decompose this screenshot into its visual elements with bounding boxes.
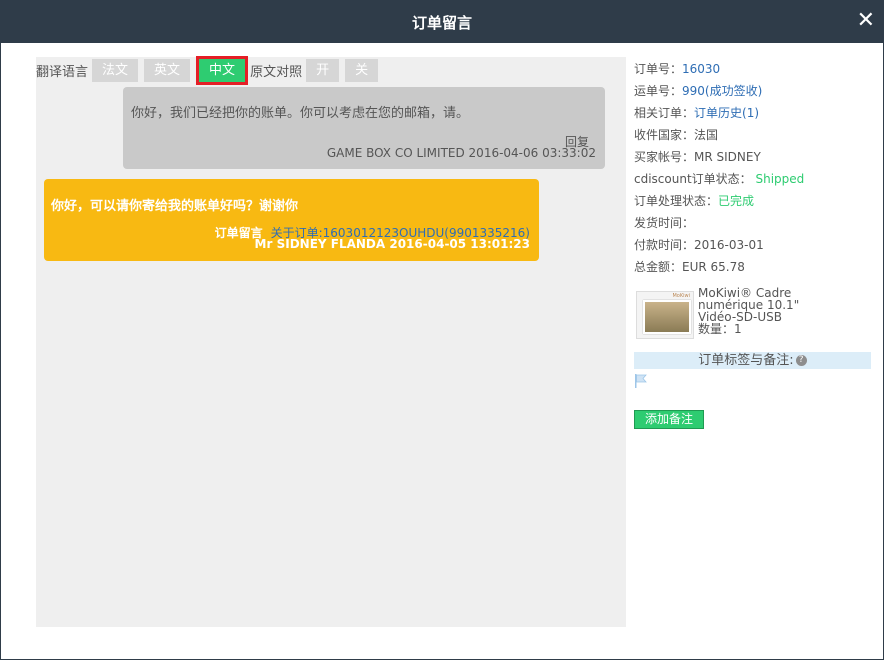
translation-language-label: 翻译语言 — [36, 64, 89, 80]
tracking-status: (成功签收) — [704, 84, 763, 98]
order-number-label: 订单号： — [634, 62, 683, 76]
platform-status-row: cdiscount订单状态： Shipped — [634, 170, 874, 192]
order-number-link[interactable]: 16030 — [682, 62, 720, 76]
original-off-button[interactable]: 关 — [345, 58, 379, 82]
message-meta: Mr SIDNEY FLANDA 2016-04-05 13:01:23 — [254, 237, 530, 251]
outgoing-message: 你好，我们已经把你的账单。你可以考虑在您的邮箱，请。 回复 GAME BOX C… — [123, 87, 605, 169]
product-item: MoKiwi MoKiwi® Cadre numérique 10.1" Vid… — [636, 287, 876, 347]
pay-time-label: 付款时间： — [634, 238, 695, 252]
buyer-value: MR SIDNEY — [694, 150, 761, 164]
ship-time-row: 发货时间： — [634, 214, 874, 236]
original-on-button[interactable]: 开 — [306, 58, 340, 82]
platform-status-label: cdiscount订单状态： — [634, 172, 752, 186]
add-note-button[interactable]: 添加备注 — [634, 410, 704, 429]
process-status-value: 已完成 — [718, 194, 755, 208]
active-language-highlight: 中文 — [196, 55, 249, 85]
tracking-label: 运单号： — [634, 84, 683, 98]
tracking-number-link[interactable]: 990 — [682, 84, 705, 98]
message-panel: 翻译语言 法文 英文 中文 原文对照 开 关 你好，我们已经把你的账单。你可以考… — [36, 55, 626, 627]
product-thumbnail[interactable]: MoKiwi — [636, 291, 694, 339]
platform-status-value: Shipped — [755, 172, 805, 186]
buyer-row: 买家帐号：MR SIDNEY — [634, 148, 874, 170]
original-compare-label: 原文对照 — [250, 64, 303, 80]
lang-english-button[interactable]: 英文 — [144, 58, 191, 82]
lang-french-button[interactable]: 法文 — [92, 58, 139, 82]
buyer-label: 买家帐号： — [634, 150, 695, 164]
close-icon[interactable]: ✕ — [857, 8, 875, 34]
pay-time-row: 付款时间：2016-03-01 — [634, 236, 874, 258]
total-value: EUR 65.78 — [682, 260, 745, 274]
message-text: 你好，我们已经把你的账单。你可以考虑在您的邮箱，请。 — [131, 106, 470, 121]
country-row: 收件国家：法国 — [634, 126, 874, 148]
total-row: 总金额：EUR 65.78 — [634, 258, 874, 280]
photo-frame-image — [643, 300, 691, 334]
message-meta: GAME BOX CO LIMITED 2016-04-06 03:33:02 — [326, 146, 596, 160]
translation-language-bar: 翻译语言 法文 英文 中文 原文对照 开 关 — [36, 55, 384, 85]
country-label: 收件国家： — [634, 128, 695, 142]
order-info-panel: 订单号：16030 运单号：990(成功签收) 相关订单：订单历史(1) 收件国… — [634, 60, 874, 280]
lang-chinese-button[interactable]: 中文 — [199, 58, 246, 82]
order-number-row: 订单号：16030 — [634, 60, 874, 82]
pay-time-value: 2016-03-01 — [694, 238, 764, 252]
help-icon[interactable]: ? — [795, 355, 807, 366]
process-status-row: 订单处理状态：已完成 — [634, 192, 874, 214]
product-brand-mark: MoKiwi — [672, 293, 690, 299]
order-tags-notes-header: 订单标签与备注:? — [634, 352, 871, 369]
related-orders-row: 相关订单：订单历史(1) — [634, 104, 874, 126]
flag-icon[interactable] — [635, 374, 647, 388]
related-orders-label: 相关订单： — [634, 106, 695, 120]
order-history-link[interactable]: 订单历史(1) — [694, 106, 759, 120]
dialog-titlebar: 订单留言 ✕ — [0, 0, 884, 43]
total-label: 总金额： — [634, 260, 683, 274]
process-status-label: 订单处理状态： — [634, 194, 719, 208]
message-text: 你好，可以请你寄给我的账单好吗？谢谢你 — [51, 199, 299, 214]
product-description: MoKiwi® Cadre numérique 10.1" Vidéo-SD-U… — [698, 286, 800, 336]
notes-header-label: 订单标签与备注: — [698, 353, 794, 368]
tracking-row: 运单号：990(成功签收) — [634, 82, 874, 104]
incoming-message: 你好，可以请你寄给我的账单好吗？谢谢你 订单留言 关于订单:1603012123O… — [44, 179, 539, 261]
dialog-title: 订单留言 — [411, 14, 472, 32]
country-value: 法国 — [694, 128, 719, 142]
ship-time-label: 发货时间： — [634, 216, 695, 230]
